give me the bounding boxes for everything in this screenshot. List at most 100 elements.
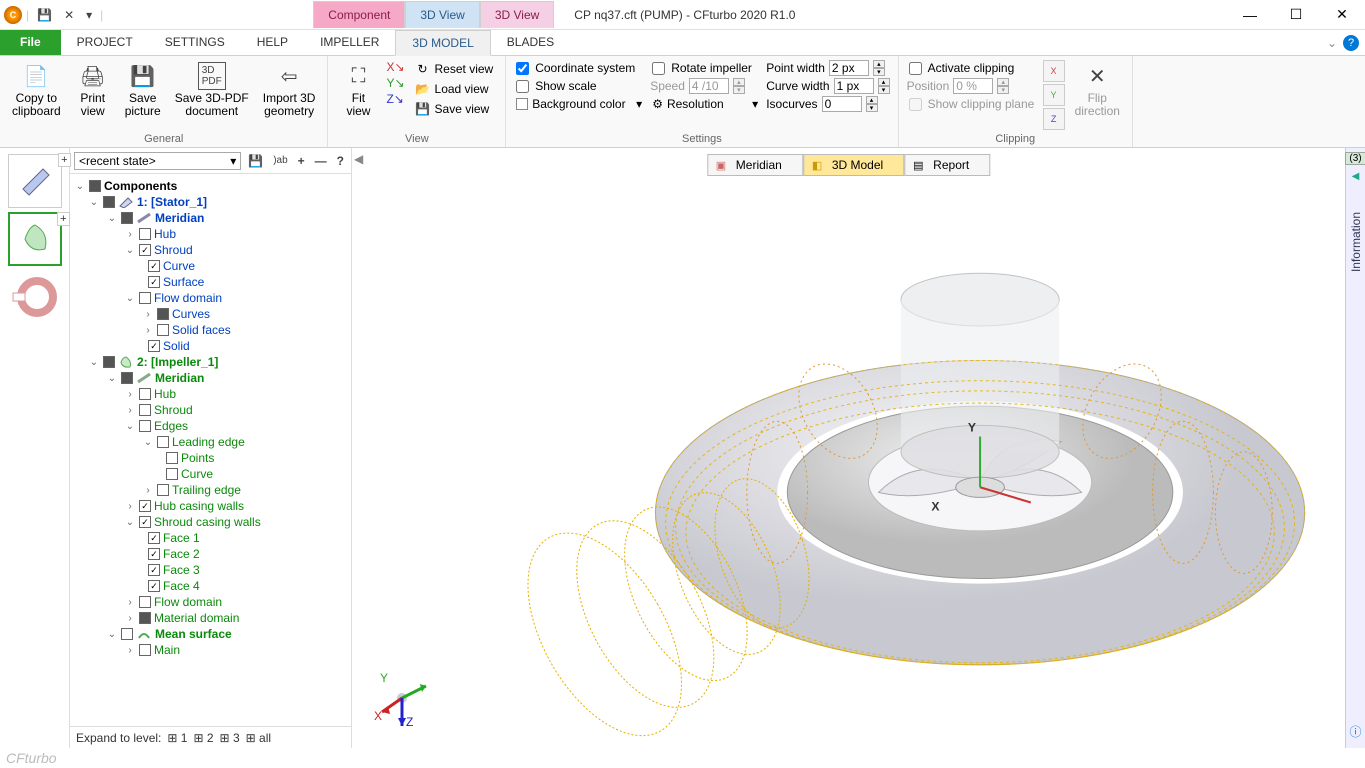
add-icon[interactable]: + (58, 153, 70, 167)
remove-state-icon[interactable]: — (312, 153, 330, 169)
help-icon[interactable]: ? (1343, 35, 1359, 51)
save-3dpdf-button[interactable]: 3DPDFSave 3D-PDFdocument (171, 60, 253, 120)
tree-item[interactable]: Face 1 (70, 530, 351, 546)
context-tab-3dview-1[interactable]: 3D View (405, 1, 479, 28)
tree-item[interactable]: Face 3 (70, 562, 351, 578)
tab-help[interactable]: HELP (241, 30, 304, 55)
component-shape-volute[interactable] (8, 270, 62, 324)
3d-viewport[interactable]: ◀ ▣Meridian ◧3D Model ▤Report (352, 148, 1345, 748)
tree-item[interactable]: ›Solid faces (70, 322, 351, 338)
load-view-button[interactable]: 📂Load view (411, 80, 498, 98)
speed-spinner[interactable]: Speed4 /10▴▾ (650, 78, 760, 94)
tree-item[interactable]: ⌄Mean surface (70, 626, 351, 642)
tree-item[interactable]: ›Trailing edge (70, 482, 351, 498)
tab-impeller[interactable]: IMPELLER (304, 30, 395, 55)
add-state-icon[interactable]: + (295, 153, 308, 169)
axis-y-icon[interactable]: Y↘ (386, 76, 404, 90)
clip-z-button[interactable]: Z (1043, 108, 1065, 130)
help-state-icon[interactable]: ? (334, 153, 347, 169)
save-view-button[interactable]: 💾Save view (411, 100, 498, 118)
coordinate-system-checkbox[interactable]: Coordinate system (514, 60, 644, 76)
background-color-dropdown[interactable]: Background color▾ (514, 96, 644, 112)
tree-item[interactable]: ›Flow domain (70, 594, 351, 610)
tree-item[interactable]: ›Hub (70, 226, 351, 242)
state-combo[interactable]: <recent state>▾ (74, 152, 241, 170)
tab-3d-model[interactable]: 3D MODEL (395, 30, 490, 56)
context-tab-component[interactable]: Component (313, 1, 405, 28)
tree-item[interactable]: ⌄Shroud (70, 242, 351, 258)
curve-width-spinner[interactable]: Curve width1 px▴▾ (766, 78, 889, 94)
tab-meridian[interactable]: ▣Meridian (707, 154, 803, 176)
dropdown-quick-icon[interactable]: ▾ (82, 6, 96, 24)
tree-item[interactable]: ⌄Edges (70, 418, 351, 434)
tab-settings[interactable]: SETTINGS (149, 30, 241, 55)
tree-item[interactable]: Face 2 (70, 546, 351, 562)
tree-item[interactable]: Curve (70, 466, 351, 482)
tree-impeller[interactable]: ⌄2: [Impeller_1] (70, 354, 351, 370)
tree-item[interactable]: ⌄Meridian (70, 210, 351, 226)
show-scale-checkbox[interactable]: Show scale (514, 78, 644, 94)
fit-view-button[interactable]: ⛶Fitview (336, 60, 380, 120)
point-width-spinner[interactable]: Point width2 px▴▾ (766, 60, 889, 76)
tab-project[interactable]: PROJECT (61, 30, 149, 55)
tree-item[interactable]: ›Hub (70, 386, 351, 402)
clipping-position-spinner[interactable]: Position0 %▴▾ (907, 78, 1037, 94)
tree-item[interactable]: Solid (70, 338, 351, 354)
expand-info-icon[interactable]: ◀ (1352, 171, 1360, 182)
expand-all[interactable]: ⊞ all (246, 731, 271, 745)
save-state-icon[interactable]: 💾 (245, 153, 266, 169)
clip-x-button[interactable]: X (1043, 60, 1065, 82)
maximize-button[interactable]: ☐ (1273, 0, 1319, 30)
print-view-button[interactable]: 🖨Printview (71, 60, 115, 120)
axis-z-icon[interactable]: Z↘ (386, 92, 404, 106)
copy-to-clipboard-button[interactable]: 📄Copy toclipboard (8, 60, 65, 120)
tree-item[interactable]: Points (70, 450, 351, 466)
tab-3d-model[interactable]: ◧3D Model (803, 154, 904, 176)
tree-root[interactable]: ⌄Components (70, 178, 351, 194)
tab-file[interactable]: File (0, 30, 61, 55)
component-shape-stator[interactable]: + (8, 154, 62, 208)
tree-item[interactable]: ⌄Meridian (70, 370, 351, 386)
expand-1[interactable]: ⊞ 1 (167, 731, 187, 745)
flip-direction-button[interactable]: ✕Flipdirection (1071, 60, 1124, 120)
tree-stator[interactable]: ⌄1: [Stator_1] (70, 194, 351, 210)
expand-3[interactable]: ⊞ 3 (220, 731, 240, 745)
axis-gizmo[interactable]: Y X Z (372, 668, 432, 728)
tree-item[interactable]: ⌄Leading edge (70, 434, 351, 450)
ribbon-collapse-icon[interactable]: ⌄ (1327, 36, 1337, 50)
tree-item[interactable]: ›Curves (70, 306, 351, 322)
axis-x-icon[interactable]: X↘ (386, 60, 404, 74)
rename-icon[interactable]: )ab (270, 154, 290, 167)
close-button[interactable]: ✕ (1319, 0, 1365, 30)
save-quick-icon[interactable]: 💾 (33, 6, 56, 24)
component-shape-impeller[interactable]: + (8, 212, 62, 266)
clip-y-button[interactable]: Y (1043, 84, 1065, 106)
add-icon[interactable]: + (57, 212, 69, 226)
import-3d-button[interactable]: ⇦Import 3Dgeometry (259, 60, 320, 120)
expand-2[interactable]: ⊞ 2 (193, 731, 213, 745)
tree-item[interactable]: ⌄Flow domain (70, 290, 351, 306)
info-icon[interactable]: ⓘ (1349, 723, 1361, 740)
info-strip[interactable]: (3) ◀ Information ⓘ (1345, 148, 1365, 748)
tab-blades[interactable]: BLADES (491, 30, 570, 55)
minimize-button[interactable]: — (1227, 0, 1273, 30)
tree-item[interactable]: Face 4 (70, 578, 351, 594)
3d-canvas[interactable]: X Y (412, 188, 1325, 756)
tree-item[interactable]: Surface (70, 274, 351, 290)
reset-view-button[interactable]: ↻Reset view (411, 60, 498, 78)
activate-clipping-checkbox[interactable]: Activate clipping (907, 60, 1037, 76)
rotate-impeller-checkbox[interactable]: Rotate impeller (650, 60, 760, 76)
collapse-panel-icon[interactable]: ◀ (354, 152, 363, 166)
close-quick-icon[interactable]: ✕ (60, 6, 78, 24)
save-picture-button[interactable]: 💾Savepicture (121, 60, 165, 120)
tree-item[interactable]: Curve (70, 258, 351, 274)
tree-item[interactable]: ›Main (70, 642, 351, 658)
tree-item[interactable]: ›Material domain (70, 610, 351, 626)
context-tab-3dview-2[interactable]: 3D View (480, 1, 554, 28)
tree-item[interactable]: ⌄Shroud casing walls (70, 514, 351, 530)
component-tree[interactable]: ⌄Components ⌄1: [Stator_1] ⌄Meridian ›Hu… (70, 174, 351, 726)
show-clipping-plane-checkbox[interactable]: Show clipping plane (907, 96, 1037, 112)
tree-item[interactable]: ›Shroud (70, 402, 351, 418)
resolution-dropdown[interactable]: ⚙Resolution▾ (650, 96, 760, 112)
isocurves-spinner[interactable]: Isocurves0▴▾ (766, 96, 889, 112)
